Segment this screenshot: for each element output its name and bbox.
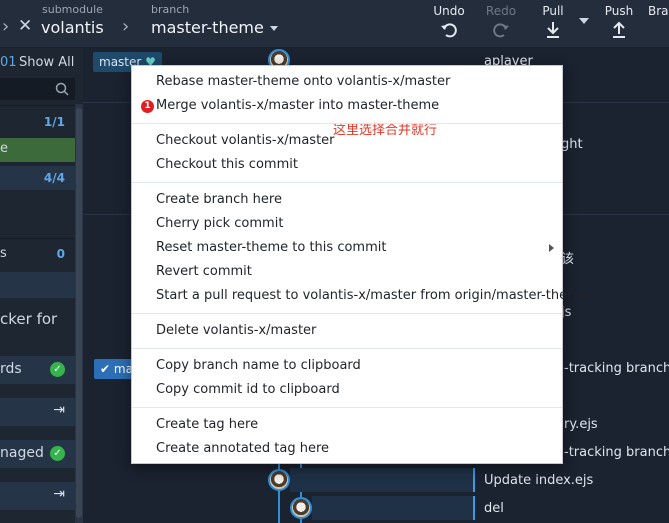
pull-button[interactable]: Pull bbox=[535, 0, 571, 48]
left-panel: 01 Show All 1/1 e 4/4 s0 cker for rds ✓ … bbox=[0, 48, 83, 523]
push-button[interactable]: Push bbox=[600, 0, 638, 48]
scrollbar-thumb[interactable] bbox=[76, 108, 82, 518]
menu-separator bbox=[132, 123, 562, 124]
menu-item-rebase[interactable]: Rebase master-theme onto volantis-x/mast… bbox=[156, 71, 450, 93]
undo-button[interactable]: Undo bbox=[430, 0, 468, 48]
close-submodule-icon[interactable]: ✕ bbox=[18, 16, 32, 36]
annotation-text: 这里选择合并就行 bbox=[333, 123, 438, 138]
branch-button[interactable]: Bra bbox=[648, 0, 669, 48]
repo-label: submodule bbox=[42, 3, 103, 16]
pull-label: Pull bbox=[542, 4, 564, 18]
chevron-down-icon bbox=[269, 26, 278, 31]
menu-item-merge[interactable]: Merge volantis-x/master into master-them… bbox=[156, 95, 439, 117]
menu-item-checkout-commit[interactable]: Checkout this commit bbox=[156, 154, 298, 176]
section-local[interactable]: 1/1 bbox=[0, 110, 75, 134]
submodule-row[interactable]: ⇥ bbox=[0, 482, 75, 510]
commit-message[interactable]: del bbox=[484, 501, 504, 516]
redo-button[interactable]: Redo bbox=[482, 0, 520, 48]
menu-item-copy-branch-name[interactable]: Copy branch name to clipboard bbox=[156, 355, 361, 377]
enter-icon: ⇥ bbox=[53, 402, 65, 418]
commit-message[interactable]: ght bbox=[561, 137, 583, 152]
submodule-row[interactable]: naged ✓ bbox=[0, 440, 75, 468]
menu-item-pull-request[interactable]: Start a pull request to volantis-x/maste… bbox=[156, 285, 588, 307]
avatar bbox=[268, 469, 290, 491]
menu-separator bbox=[132, 182, 562, 183]
commit-row-bar bbox=[312, 496, 475, 520]
pull-options-dropdown[interactable] bbox=[579, 18, 589, 24]
menu-item-cherry-pick[interactable]: Cherry pick commit bbox=[156, 213, 283, 235]
search-box[interactable] bbox=[0, 78, 75, 100]
branch-button-label: Bra bbox=[648, 4, 669, 18]
search-icon bbox=[55, 82, 69, 96]
menu-item-checkout-branch[interactable]: Checkout volantis-x/master bbox=[156, 130, 335, 152]
chevron-right-icon: › bbox=[2, 16, 10, 37]
branch-selector[interactable]: master-theme bbox=[151, 18, 278, 37]
submenu-arrow-icon bbox=[549, 244, 554, 252]
menu-item-reset[interactable]: Reset master-theme to this commit bbox=[156, 237, 556, 259]
check-icon: ✓ bbox=[50, 446, 65, 461]
undo-label: Undo bbox=[433, 4, 465, 18]
check-icon: ✓ bbox=[50, 362, 65, 377]
section-remote[interactable]: 4/4 bbox=[0, 166, 75, 190]
menu-separator bbox=[132, 313, 562, 314]
section-row[interactable] bbox=[0, 272, 75, 298]
menu-separator bbox=[132, 407, 562, 408]
menu-item-create-branch[interactable]: Create branch here bbox=[156, 189, 282, 211]
undo-icon bbox=[441, 23, 457, 38]
menu-item-revert[interactable]: Revert commit bbox=[156, 261, 252, 283]
menu-item-create-tag[interactable]: Create tag here bbox=[156, 414, 258, 436]
menu-item-delete-branch[interactable]: Delete volantis-x/master bbox=[156, 320, 316, 342]
branch-name: master-theme bbox=[151, 18, 264, 37]
commit-row-bar bbox=[290, 468, 475, 492]
section-title: cker for bbox=[0, 310, 58, 328]
enter-icon: ⇥ bbox=[53, 486, 65, 502]
menu-item-create-annotated-tag[interactable]: Create annotated tag here bbox=[156, 438, 329, 460]
context-menu: Rebase master-theme onto volantis-x/mast… bbox=[131, 65, 588, 464]
chevron-right-icon: › bbox=[122, 16, 130, 37]
submodule-row[interactable]: ⇥ bbox=[0, 398, 75, 426]
avatar bbox=[290, 497, 312, 519]
push-label: Push bbox=[604, 4, 634, 18]
step-badge: 1 bbox=[141, 100, 154, 113]
commit-message[interactable]: -tracking branch 'vo bbox=[564, 361, 669, 376]
show-all-button[interactable]: Show All bbox=[19, 55, 79, 70]
redo-icon bbox=[493, 23, 509, 38]
submodule-row[interactable]: rds ✓ bbox=[0, 356, 75, 384]
push-icon bbox=[613, 21, 625, 38]
pull-icon bbox=[547, 22, 559, 38]
commit-message[interactable]: ry.ejs bbox=[564, 417, 598, 432]
current-branch-row[interactable]: e bbox=[0, 138, 75, 162]
commit-message[interactable]: -tracking branch 'vo bbox=[564, 445, 669, 460]
repo-name[interactable]: volantis bbox=[41, 18, 104, 37]
commit-message[interactable]: Update index.ejs bbox=[484, 473, 593, 488]
menu-item-copy-commit-id[interactable]: Copy commit id to clipboard bbox=[156, 379, 340, 401]
menu-separator bbox=[132, 348, 562, 349]
branch-label: branch bbox=[151, 3, 190, 16]
section-stashes[interactable]: s0 bbox=[0, 244, 75, 266]
redo-label: Redo bbox=[485, 4, 517, 18]
divider bbox=[0, 105, 75, 106]
divider bbox=[0, 238, 75, 239]
toolbar: › ✕ submodule volantis › branch master-t… bbox=[0, 0, 669, 48]
